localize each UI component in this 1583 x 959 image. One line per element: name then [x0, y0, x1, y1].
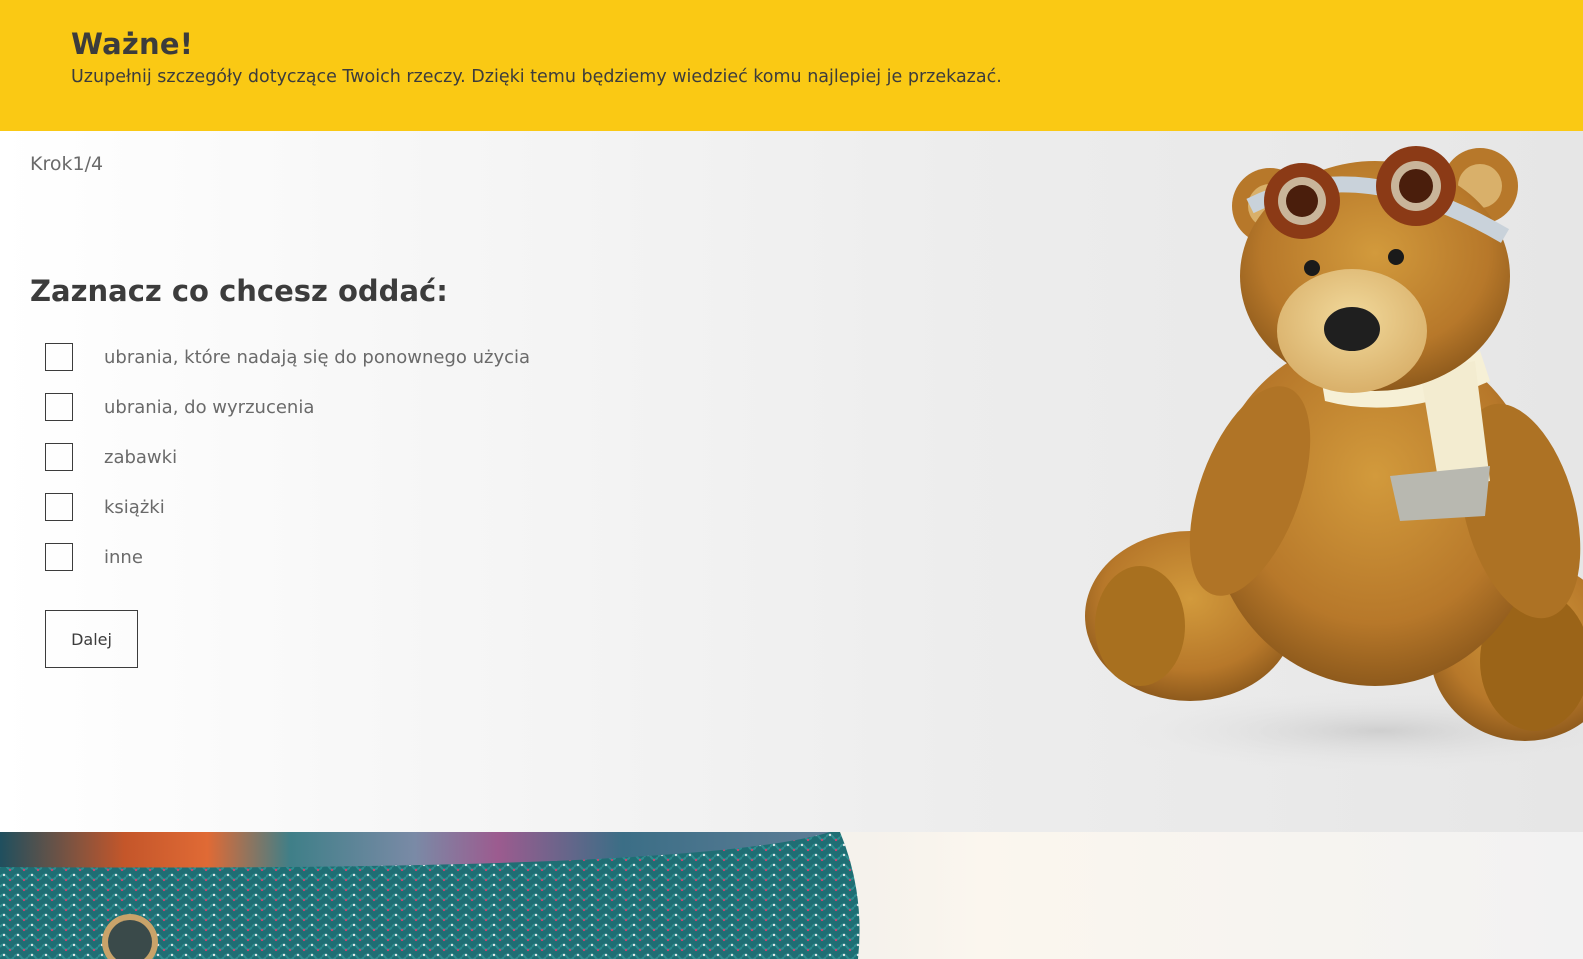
option-label: ubrania, które nadają się do ponownego u… — [104, 346, 531, 368]
banner-text: Uzupełnij szczegóły dotyczące Twoich rze… — [71, 67, 1002, 87]
sweater-image — [0, 832, 860, 959]
checkbox[interactable] — [45, 443, 73, 471]
checkbox[interactable] — [45, 543, 73, 571]
teddy-bear-image — [1085, 146, 1583, 771]
option-label: inne — [104, 546, 143, 568]
bottom-image-strip — [0, 832, 1583, 959]
step-indicator: Krok1/4 — [30, 153, 104, 175]
important-banner: Ważne! Uzupełnij szczegóły dotyczące Two… — [0, 0, 1583, 131]
option-label: ubrania, do wyrzucenia — [104, 396, 315, 418]
option-books[interactable]: książki — [45, 492, 165, 522]
checkbox[interactable] — [45, 493, 73, 521]
option-reusable-clothes[interactable]: ubrania, które nadają się do ponownego u… — [45, 342, 530, 372]
form-section: Krok1/4 Zaznacz co chcesz oddać: ubrania… — [0, 131, 1583, 832]
option-label: książki — [104, 496, 165, 518]
option-label: zabawki — [104, 446, 178, 468]
banner-title: Ważne! — [71, 27, 194, 61]
checkbox[interactable] — [45, 343, 73, 371]
form-question: Zaznacz co chcesz oddać: — [30, 274, 448, 308]
option-clothes-to-discard[interactable]: ubrania, do wyrzucenia — [45, 392, 314, 422]
option-other[interactable]: inne — [45, 542, 143, 572]
option-toys[interactable]: zabawki — [45, 442, 177, 472]
checkbox[interactable] — [45, 393, 73, 421]
next-button[interactable]: Dalej — [45, 610, 138, 668]
